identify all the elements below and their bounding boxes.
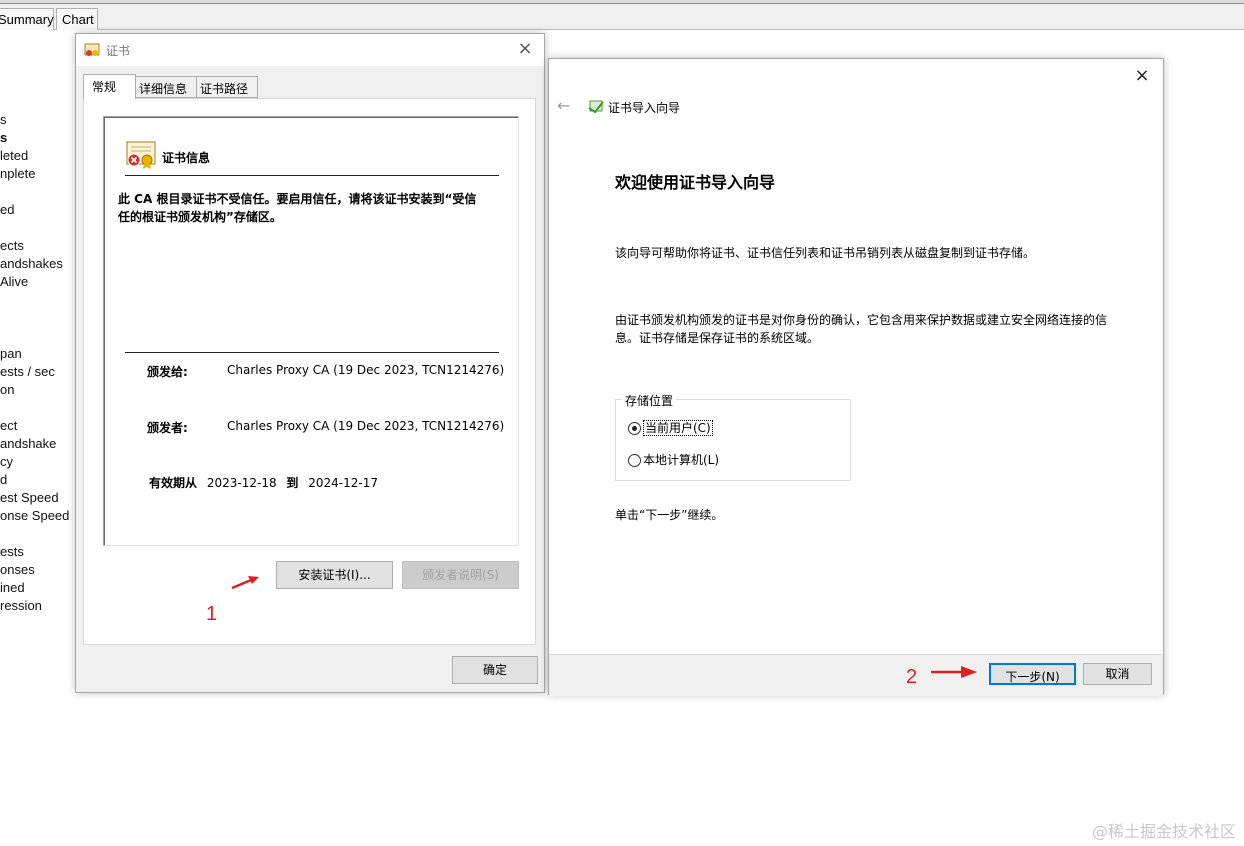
- wizard-explanation: 由证书颁发机构颁发的证书是对你身份的确认，它包含用来保护数据或建立安全网络连接的…: [615, 313, 1108, 345]
- trust-warning-text: 此 CA 根目录证书不受信任。要启用信任，请将该证书安装到“受信任的根证书颁发机…: [118, 192, 477, 224]
- annotation-step-1: 1: [206, 603, 218, 625]
- divider: [125, 175, 499, 176]
- tab-certification-path[interactable]: 证书路径: [196, 76, 258, 98]
- list-item: onses: [0, 562, 35, 577]
- issued-by-value: Charles Proxy CA (19 Dec 2023, TCN121427…: [227, 419, 505, 433]
- general-tab-page: 证书信息 此 CA 根目录证书不受信任。要启用信任，请将该证书安装到“受信任的根…: [83, 98, 536, 645]
- radio-label: 本地计算机(L): [643, 453, 720, 467]
- ok-button[interactable]: 确定: [452, 656, 538, 684]
- list-item: ined: [0, 580, 25, 595]
- next-button[interactable]: 下一步(N): [989, 663, 1076, 685]
- annotation-arrow-2: [931, 666, 977, 678]
- certificate-info-panel: 证书信息 此 CA 根目录证书不受信任。要启用信任，请将该证书安装到“受信任的根…: [103, 116, 519, 546]
- close-icon[interactable]: ×: [1131, 65, 1153, 87]
- issuer-statement-button[interactable]: 颁发者说明(S): [402, 561, 519, 589]
- certificate-dialog: 证书 × 常规 详细信息 证书路径 证书信息 此 CA 根目录证书不受信任。要启…: [75, 33, 545, 693]
- tab-chart[interactable]: Chart: [56, 8, 98, 30]
- tab-details[interactable]: 详细信息: [135, 76, 197, 98]
- close-icon[interactable]: ×: [514, 38, 536, 60]
- list-item: andshakes: [0, 256, 63, 271]
- radio-button-checked[interactable]: [628, 422, 641, 435]
- store-location-legend: 存储位置: [622, 392, 677, 409]
- list-item: Alive: [0, 274, 29, 289]
- list-item: ect: [0, 418, 18, 433]
- list-item: ression: [0, 598, 42, 613]
- list-item: d: [0, 472, 8, 487]
- install-certificate-button[interactable]: 安装证书(I)...: [276, 561, 393, 589]
- list-item: ed: [0, 202, 15, 217]
- radio-label: 当前用户(C): [643, 420, 713, 436]
- issued-by-label: 颁发者:: [147, 421, 188, 435]
- dialog-title: 证书: [106, 44, 131, 58]
- list-item: ests: [0, 544, 24, 559]
- list-item: ects: [0, 238, 24, 253]
- wizard-description: 该向导可帮助你将证书、证书信任列表和证书吊销列表从磁盘复制到证书存储。: [615, 246, 1036, 260]
- tab-general[interactable]: 常规: [83, 74, 136, 99]
- list-item: s: [0, 130, 8, 145]
- certificate-titlebar[interactable]: 证书 ×: [76, 34, 544, 66]
- back-arrow-icon[interactable]: ←: [557, 97, 575, 115]
- certificate-import-wizard: × ← 证书导入向导 欢迎使用证书导入向导 该向导可帮助你将证书、证书信任列表和…: [548, 58, 1164, 696]
- wizard-footer: 下一步(N) 取消: [549, 654, 1163, 696]
- list-item: est Speed: [0, 490, 59, 505]
- valid-from-date: 2023-12-18: [206, 476, 277, 490]
- validity-period: 有效期从 2023-12-18 到 2024-12-17: [149, 474, 378, 491]
- list-item: on: [0, 382, 15, 397]
- store-location-group: 存储位置 当前用户(C) 本地计算机(L): [615, 392, 851, 481]
- radio-local-machine[interactable]: 本地计算机(L): [628, 451, 719, 469]
- tab-summary[interactable]: Summary: [0, 8, 54, 30]
- list-item: andshake: [0, 436, 57, 451]
- list-item: pan: [0, 346, 22, 361]
- radio-button[interactable]: [628, 454, 641, 467]
- watermark: @稀土掘金技术社区: [1091, 822, 1236, 841]
- wizard-title: 欢迎使用证书导入向导: [615, 173, 776, 192]
- valid-to-date: 2024-12-17: [308, 476, 379, 490]
- cancel-button[interactable]: 取消: [1083, 663, 1152, 685]
- divider: [125, 352, 499, 353]
- list-item: ests / sec: [0, 364, 55, 379]
- list-item: cy: [0, 454, 13, 469]
- valid-from-label: 有效期从: [149, 476, 198, 490]
- radio-current-user[interactable]: 当前用户(C): [628, 419, 713, 437]
- annotation-step-2: 2: [906, 666, 918, 688]
- valid-to-label: 到: [286, 476, 299, 490]
- list-item: s: [0, 112, 7, 127]
- untrusted-certificate-icon: [126, 141, 156, 169]
- wizard-header-title: 证书导入向导: [608, 101, 681, 115]
- certificate-icon: [84, 43, 100, 56]
- continue-instruction: 单击“下一步”继续。: [615, 508, 724, 522]
- certificate-info-title: 证书信息: [162, 151, 211, 165]
- issued-to-value: Charles Proxy CA (19 Dec 2023, TCN121427…: [227, 363, 505, 377]
- list-item: leted: [0, 148, 29, 163]
- wizard-certificate-icon: [588, 100, 604, 114]
- list-item: onse Speed: [0, 508, 70, 523]
- annotation-arrow-1: [231, 576, 259, 590]
- list-item: nplete: [0, 166, 36, 181]
- issued-to-label: 颁发给:: [147, 365, 188, 379]
- background-tabbar: Summary Chart: [0, 4, 1244, 30]
